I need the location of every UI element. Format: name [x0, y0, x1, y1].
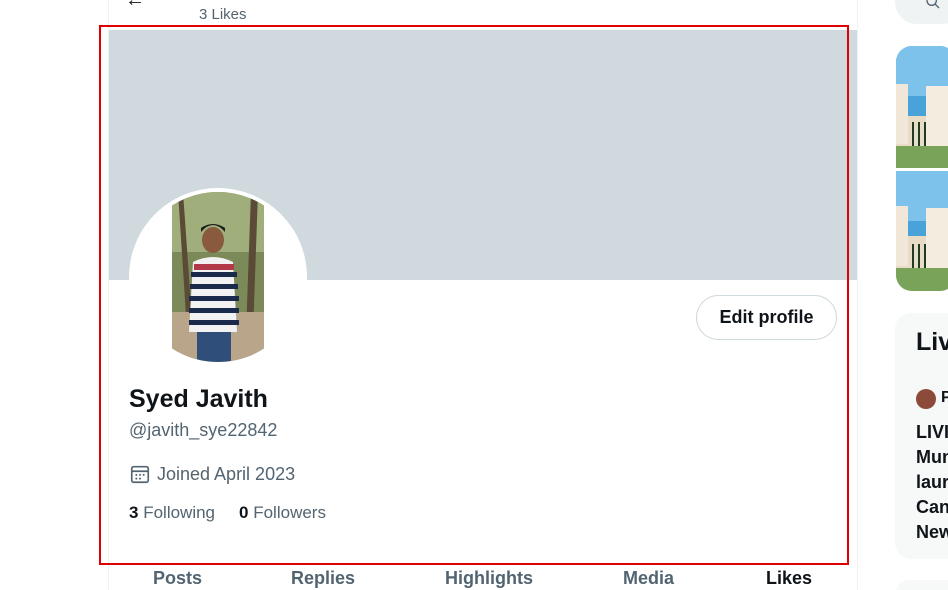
- tab-media[interactable]: Media: [623, 568, 674, 589]
- live-text-line: laur: [916, 472, 948, 492]
- joined-date: Joined April 2023: [129, 463, 295, 485]
- live-text-line: New: [916, 522, 948, 542]
- live-title: Liv: [916, 328, 948, 356]
- media-preview-card[interactable]: [896, 46, 948, 291]
- profile-tabs: Posts Replies Highlights Media Likes: [109, 566, 857, 590]
- tab-likes[interactable]: Likes: [766, 568, 812, 589]
- profile-handle: @javith_sye22842: [129, 420, 278, 440]
- live-text: LIVI Mun laur Can New: [916, 420, 948, 545]
- live-text-line: Can: [916, 497, 948, 517]
- edit-profile-button[interactable]: Edit profile: [696, 295, 837, 340]
- calendar-icon: [130, 465, 150, 484]
- search-icon: [926, 0, 940, 9]
- tab-replies[interactable]: Replies: [291, 568, 355, 589]
- profile-display-name: Syed Javith: [129, 385, 268, 413]
- joined-text: Joined April 2023: [157, 463, 296, 484]
- tab-posts[interactable]: Posts: [153, 568, 202, 589]
- sidebar-card: [895, 580, 948, 590]
- followers-label: Followers: [253, 503, 326, 522]
- live-text-line: LIVI: [916, 422, 948, 442]
- avatar[interactable]: [133, 192, 303, 362]
- live-user-name: P: [941, 389, 948, 406]
- live-user-avatar: [916, 389, 936, 409]
- back-arrow-icon[interactable]: ←: [125, 0, 145, 10]
- followers-count: 0: [239, 503, 249, 522]
- following-label: Following: [143, 503, 216, 522]
- following-link[interactable]: 3 Following: [129, 503, 215, 523]
- profile-stats: 3 Following 0 Followers: [129, 503, 350, 523]
- likes-count: 3 Likes: [199, 6, 247, 23]
- followers-link[interactable]: 0 Followers: [239, 503, 326, 523]
- tab-highlights[interactable]: Highlights: [445, 568, 533, 589]
- following-count: 3: [129, 503, 139, 522]
- live-text-line: Mun: [916, 447, 948, 467]
